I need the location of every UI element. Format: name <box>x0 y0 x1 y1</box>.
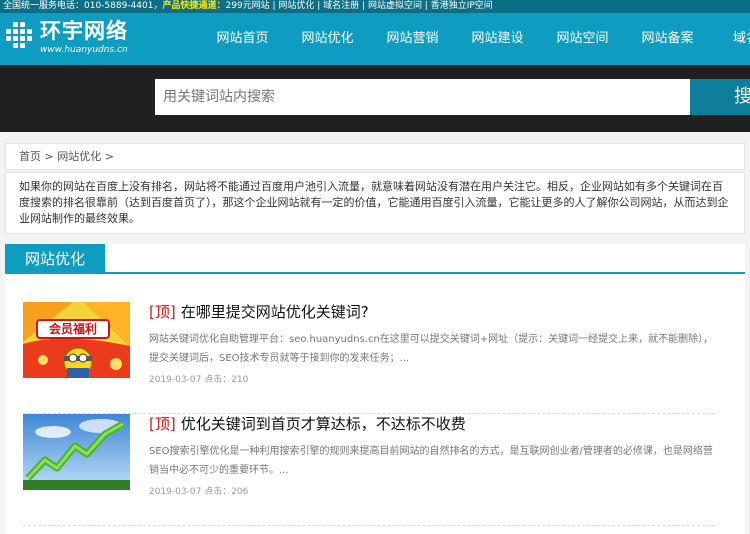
logo-url: www.huanyudns.cn <box>40 45 128 55</box>
article-excerpt: SEO搜索引擎优化是一种利用搜索引擎的规则来提高目前网站的自然排名的方式，是互联… <box>149 446 713 476</box>
logo-title: 环宇网络 <box>40 19 128 43</box>
article-date: 2019-03-07 <box>149 487 202 497</box>
breadcrumb: 首页 > 网站优化 > <box>5 143 745 170</box>
article-title[interactable]: [顶] 优化关键词到首页才算达标，不达标不收费 <box>149 414 466 434</box>
article-title[interactable]: [顶] 在哪里提交网站优化关键词? <box>149 302 369 322</box>
breadcrumb-separator: > <box>41 150 58 163</box>
grid-dots-icon <box>4 20 36 52</box>
hotline-text: 全国统一服务电话：010-5889-4401， <box>3 1 163 11</box>
top-info-bar: 全国统一服务电话：010-5889-4401，产品快捷通道：299元网站 | 网… <box>0 0 750 13</box>
nav-seo[interactable]: 网站优化 <box>285 13 370 65</box>
nav-home[interactable]: 网站首页 <box>200 13 285 65</box>
article-meta: 2019-03-07 点击：210 <box>149 372 248 385</box>
article-meta: 2019-03-07 点击：206 <box>149 484 248 497</box>
nav-domain[interactable]: 域名注 <box>710 13 750 65</box>
article-title-text[interactable]: 优化关键词到首页才算达标，不达标不收费 <box>181 415 466 433</box>
thumb-caption: 会员福利 <box>49 321 97 336</box>
article-item: [顶] 优化关键词到首页才算达标，不达标不收费 SEO搜索引擎优化是一种利用搜索引… <box>23 414 715 526</box>
article-title-text[interactable]: 在哪里提交网站优化关键词? <box>181 303 369 321</box>
nav-marketing[interactable]: 网站营销 <box>370 13 455 65</box>
site-logo[interactable]: 环宇网络 www.huanyudns.cn <box>4 17 130 61</box>
article-section: 网站优化 会员福利 [顶] 在哪里提交网站优化关键词? 网站关键词优化自助管理平… <box>5 244 745 534</box>
pinned-tag: [顶] <box>149 415 176 433</box>
express-label: 产品快捷通道： <box>162 1 226 11</box>
search-input[interactable] <box>155 79 690 115</box>
article-excerpt: 网站关键词优化自助管理平台：seo.huanyudns.cn在这里可以提交关键词… <box>149 334 714 364</box>
article-clicks: 点击：210 <box>204 375 249 385</box>
search-band: 搜索 <box>0 65 750 132</box>
main-nav: 网站首页 网站优化 网站营销 网站建设 网站空间 网站备案 域名注 <box>200 13 750 65</box>
nav-building[interactable]: 网站建设 <box>455 13 540 65</box>
article-clicks: 点击：206 <box>204 487 249 497</box>
pinned-tag: [顶] <box>149 303 176 321</box>
search-button[interactable]: 搜索 <box>690 79 750 115</box>
nav-icp[interactable]: 网站备案 <box>625 13 710 65</box>
section-tab[interactable]: 网站优化 <box>5 244 105 274</box>
express-links[interactable]: 299元网站 | 网站优化 | 域名注册 | 网站虚拟空间 | 香港独立IP空间 <box>226 1 493 11</box>
category-intro: 如果你的网站在百度上没有排名，网站将不能通过百度用户池引入流量，就意味着网站没有… <box>5 172 745 234</box>
article-thumbnail[interactable]: 会员福利 <box>23 302 130 378</box>
breadcrumb-home[interactable]: 首页 <box>19 150 41 163</box>
nav-hosting[interactable]: 网站空间 <box>540 13 625 65</box>
breadcrumb-category[interactable]: 网站优化 <box>57 150 101 163</box>
breadcrumb-separator: > <box>101 150 114 163</box>
article-thumbnail[interactable] <box>23 414 130 490</box>
site-header: 环宇网络 www.huanyudns.cn 网站首页 网站优化 网站营销 网站建… <box>0 13 750 65</box>
section-header: 网站优化 <box>5 244 745 274</box>
article-item: 会员福利 [顶] 在哪里提交网站优化关键词? 网站关键词优化自助管理平台：seo.… <box>23 302 715 414</box>
article-date: 2019-03-07 <box>149 375 202 385</box>
